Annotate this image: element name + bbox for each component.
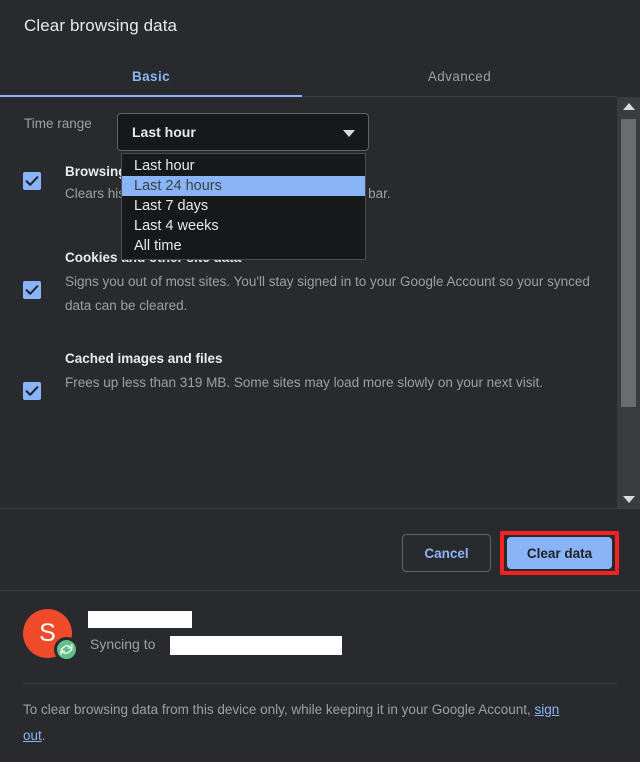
footer-note-after: . xyxy=(41,728,46,743)
time-range-dropdown-list[interactable]: Last hour Last 24 hours Last 7 days Last… xyxy=(121,153,366,260)
dropdown-option-last-7-days[interactable]: Last 7 days xyxy=(122,196,365,216)
checkbox-cookies[interactable] xyxy=(23,281,41,299)
dropdown-option-last-4-weeks[interactable]: Last 4 weeks xyxy=(122,216,365,236)
time-range-row: Time range Last hour xyxy=(0,97,617,155)
account-section-divider-bottom xyxy=(23,683,617,684)
footer-note: To clear browsing data from this device … xyxy=(23,697,583,749)
syncing-label: Syncing to xyxy=(90,636,156,652)
account-section-divider-top xyxy=(0,590,640,591)
tab-bar: Basic Advanced xyxy=(0,58,617,97)
clear-data-highlight-box: Clear data xyxy=(500,531,619,575)
checkbox-browsing-history[interactable] xyxy=(23,172,41,190)
sync-target-redaction xyxy=(170,636,342,655)
dropdown-option-last-hour[interactable]: Last hour xyxy=(122,156,365,176)
account-name-redaction xyxy=(88,611,192,628)
data-type-desc-cached-images: Frees up less than 319 MB. Some sites ma… xyxy=(65,375,543,390)
tab-advanced[interactable]: Advanced xyxy=(302,58,617,95)
scrollbar-thumb[interactable] xyxy=(621,119,636,407)
data-type-row-cached-images[interactable]: Cached images and files Frees up less th… xyxy=(0,347,617,432)
sync-status-icon xyxy=(54,637,79,662)
data-type-desc-cookies: Signs you out of most sites. You'll stay… xyxy=(65,274,590,313)
time-range-select[interactable]: Last hour xyxy=(117,113,369,151)
time-range-selected-value: Last hour xyxy=(132,124,196,140)
clear-data-button[interactable]: Clear data xyxy=(507,537,612,569)
tab-basic[interactable]: Basic xyxy=(0,58,302,95)
scroll-up-icon[interactable] xyxy=(617,97,640,115)
footer-note-before: To clear browsing data from this device … xyxy=(23,702,535,717)
scroll-down-icon[interactable] xyxy=(617,490,640,508)
clear-browsing-data-dialog: Clear browsing data Basic Advanced Time … xyxy=(0,0,640,762)
time-range-label: Time range xyxy=(24,116,92,131)
dropdown-option-last-24-hours[interactable]: Last 24 hours xyxy=(122,176,365,196)
vertical-scrollbar[interactable] xyxy=(617,97,640,508)
dialog-button-bar: Cancel Clear data xyxy=(0,509,640,590)
cancel-button[interactable]: Cancel xyxy=(402,534,491,572)
page-title: Clear browsing data xyxy=(24,16,178,35)
checkbox-cached-images[interactable] xyxy=(23,382,41,400)
dropdown-option-all-time[interactable]: All time xyxy=(122,236,365,256)
data-type-title-cached-images: Cached images and files xyxy=(65,351,223,366)
data-type-row-cookies[interactable]: Cookies and other site data Signs you ou… xyxy=(0,250,617,335)
chevron-down-icon xyxy=(343,130,355,137)
